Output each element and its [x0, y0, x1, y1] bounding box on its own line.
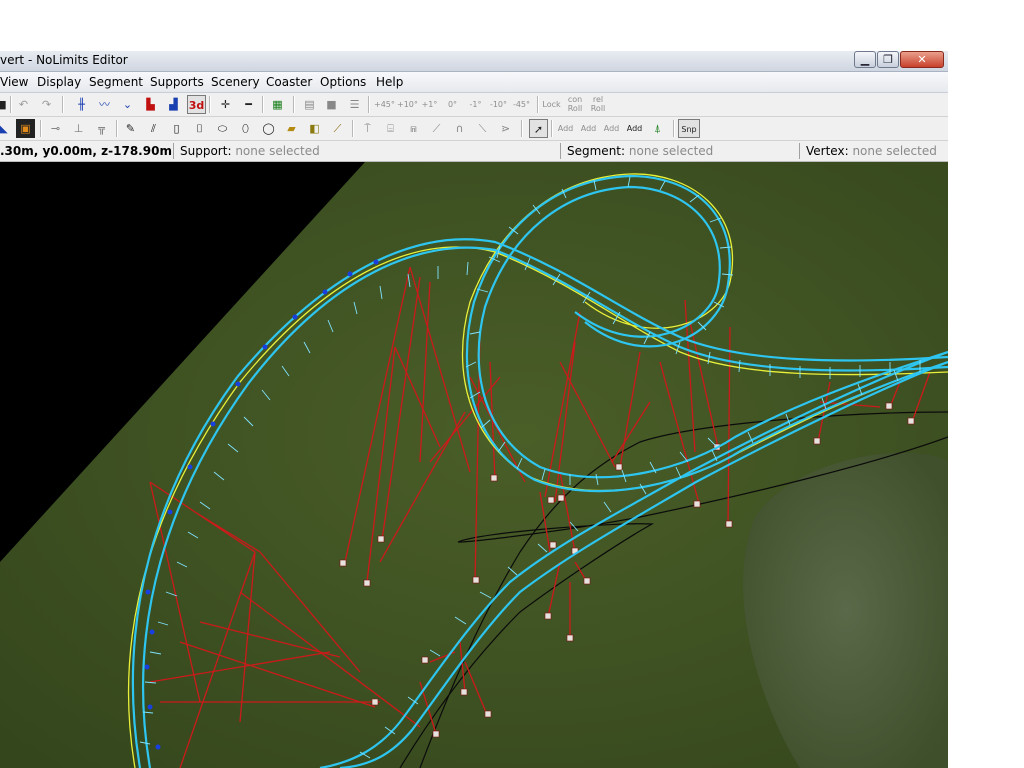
- menu-coaster[interactable]: Coaster: [266, 75, 312, 89]
- block-icon[interactable]: ◧: [305, 119, 324, 138]
- station-icon[interactable]: ▙: [141, 95, 160, 114]
- align-icon[interactable]: ☰: [345, 95, 364, 114]
- add-footer-button[interactable]: Add: [602, 119, 621, 138]
- roll-minus45-button[interactable]: -45°: [512, 95, 531, 114]
- coordinates-readout: .30m, y0.00m, z-178.90m: [0, 144, 172, 158]
- support-toolbar: ◣ ▣ ⊸ ⊥ ╦ ✎ ⫽ ▯ ⌷ ⬭ ⬯ ◯ ▰ ◧ ⟋ ⍑ ⌸ ⩎ ⟋ ∩ …: [0, 117, 948, 141]
- undo-icon[interactable]: ↶: [14, 95, 33, 114]
- lift-icon[interactable]: ▟: [164, 95, 183, 114]
- support-arch-icon[interactable]: ⩎: [404, 119, 423, 138]
- title-bar[interactable]: vert - NoLimits Editor ▁ ❐ ✕: [0, 51, 948, 72]
- maximize-button[interactable]: ❐: [877, 51, 899, 68]
- roll-plus10-button[interactable]: +10°: [397, 95, 418, 114]
- snap-button[interactable]: Snp: [678, 119, 700, 138]
- grey-box-icon[interactable]: ■: [322, 95, 341, 114]
- toolbar-separator: [40, 120, 42, 137]
- support-status: Support: none selected: [180, 144, 320, 158]
- beam-icon[interactable]: ⊸: [46, 119, 65, 138]
- redo-icon[interactable]: ↷: [37, 95, 56, 114]
- window-view-icon[interactable]: ▤: [300, 95, 319, 114]
- delete-vertex-icon[interactable]: ━: [239, 95, 258, 114]
- support-curve-icon[interactable]: ∩: [450, 119, 469, 138]
- toolbar-separator: [62, 96, 64, 113]
- menu-help[interactable]: Help: [376, 75, 403, 89]
- add-node-button[interactable]: Add: [556, 119, 575, 138]
- vertex-status: Vertex: none selected: [806, 144, 937, 158]
- status-divider: [799, 143, 800, 159]
- toolbar-separator: [10, 96, 12, 113]
- status-bar: .30m, y0.00m, z-178.90m Support: none se…: [0, 141, 948, 162]
- toolbar-separator: [368, 96, 370, 113]
- wide-cylinder-icon[interactable]: ◯: [259, 119, 278, 138]
- add-free-node-button[interactable]: Add: [625, 119, 644, 138]
- roll-minus1-button[interactable]: -1°: [466, 95, 485, 114]
- track-segment-icon[interactable]: ╫: [72, 95, 91, 114]
- view-3d-button[interactable]: 3d: [187, 95, 206, 114]
- cylinder-icon[interactable]: ⬭: [213, 119, 232, 138]
- menu-view[interactable]: View: [0, 75, 28, 89]
- ground-node-icon[interactable]: ⍋: [648, 119, 667, 138]
- toolbar-separator: [262, 96, 264, 113]
- menu-supports[interactable]: Supports: [150, 75, 204, 89]
- support-lean-icon[interactable]: ⟍: [473, 119, 492, 138]
- support-tower-icon[interactable]: ⌸: [381, 119, 400, 138]
- tube-icon[interactable]: ⌷: [190, 119, 209, 138]
- footer-icon[interactable]: ▣: [16, 119, 35, 138]
- insert-vertex-icon[interactable]: ✛: [216, 95, 235, 114]
- toolbar-separator: [537, 96, 539, 113]
- minimize-button[interactable]: ▁: [854, 51, 876, 68]
- segment-status: Segment: none selected: [567, 144, 713, 158]
- select-cursor-icon[interactable]: ➚: [529, 119, 548, 138]
- close-button[interactable]: ✕: [900, 51, 944, 68]
- status-divider: [560, 143, 561, 159]
- double-pencil-icon[interactable]: ⫽: [144, 119, 163, 138]
- roll-plus45-button[interactable]: +45°: [374, 95, 395, 114]
- lock-roll-button[interactable]: Lock: [542, 95, 561, 114]
- menu-scenery[interactable]: Scenery: [211, 75, 260, 89]
- segment-value: none selected: [628, 144, 714, 158]
- status-divider: [173, 143, 174, 159]
- toolbar-separator: [521, 120, 523, 137]
- toolbar-separator: [293, 96, 295, 113]
- connector-icon[interactable]: ⊥: [69, 119, 88, 138]
- thin-tube-icon[interactable]: ▯: [167, 119, 186, 138]
- bent-track-icon[interactable]: 〰: [95, 95, 114, 114]
- toolbar-separator: [116, 120, 118, 137]
- add-link-button[interactable]: Add: [579, 119, 598, 138]
- roll-minus10-button[interactable]: -10°: [489, 95, 508, 114]
- large-cylinder-icon[interactable]: ⬯: [236, 119, 255, 138]
- editor-window: vert - NoLimits Editor ▁ ❐ ✕ View Displa…: [0, 51, 948, 768]
- toolbar-separator: [673, 120, 675, 137]
- terrain-3d-icon[interactable]: ▦: [268, 95, 287, 114]
- segment-label: Segment:: [567, 144, 626, 158]
- toolbar-separator: [551, 120, 553, 137]
- vertex-value: none selected: [852, 144, 937, 158]
- vertex-label: Vertex:: [806, 144, 849, 158]
- roll-zero-button[interactable]: 0°: [443, 95, 462, 114]
- pencil-icon[interactable]: ✎: [121, 119, 140, 138]
- support-value: none selected: [235, 144, 320, 158]
- slant-icon[interactable]: ⟋: [328, 119, 347, 138]
- menu-options[interactable]: Options: [320, 75, 366, 89]
- support-single-icon[interactable]: ⍑: [358, 119, 377, 138]
- 3d-viewport[interactable]: [0, 162, 948, 768]
- chevron-icon[interactable]: ◣: [0, 119, 13, 138]
- main-toolbar: ■ ↶ ↷ ╫ 〰 ⌄ ▙ ▟ 3d ✛ ━ ▦ ▤ ■ ☰ +45° +10°…: [0, 93, 948, 117]
- support-angle-icon[interactable]: ⟋: [427, 119, 446, 138]
- plate-icon[interactable]: ▰: [282, 119, 301, 138]
- valley-track-icon[interactable]: ⌄: [118, 95, 137, 114]
- support-label: Support:: [180, 144, 232, 158]
- menu-segment[interactable]: Segment: [89, 75, 143, 89]
- toolbar-separator: [209, 96, 211, 113]
- support-fork-icon[interactable]: ⋗: [496, 119, 515, 138]
- roll-plus1-button[interactable]: +1°: [420, 95, 439, 114]
- window-title: vert - NoLimits Editor: [0, 53, 128, 67]
- toolbar-separator: [352, 120, 354, 137]
- menu-bar: View Display Segment Supports Scenery Co…: [0, 72, 948, 93]
- rel-roll-button[interactable]: rel Roll: [588, 95, 608, 114]
- menu-display[interactable]: Display: [37, 75, 81, 89]
- con-roll-button[interactable]: con Roll: [565, 95, 585, 114]
- t-beam-icon[interactable]: ╦: [92, 119, 111, 138]
